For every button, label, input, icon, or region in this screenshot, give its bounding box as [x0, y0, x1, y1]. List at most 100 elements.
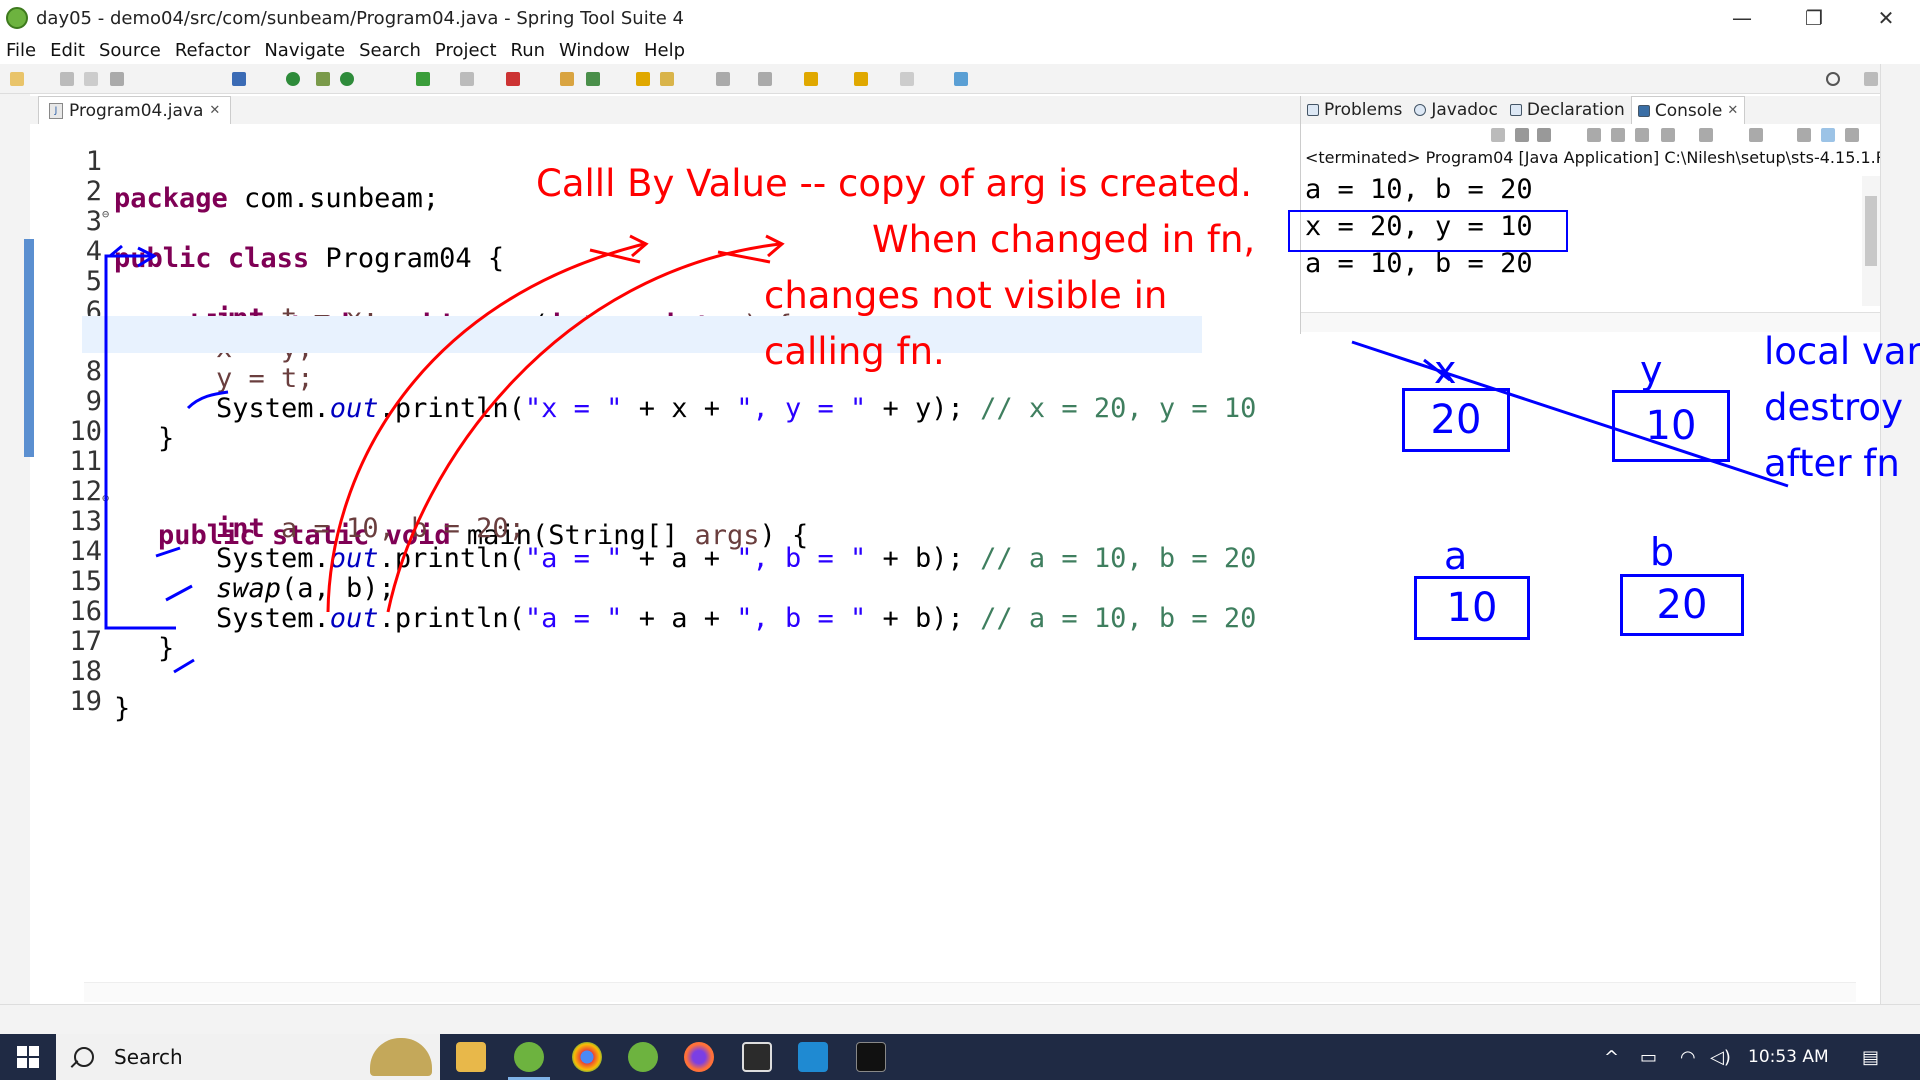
terminal-app-icon[interactable]: [856, 1042, 886, 1072]
console-output-line: a = 10, b = 20: [1305, 248, 1533, 279]
start-button[interactable]: [0, 1034, 56, 1080]
console-icon: [1637, 104, 1650, 117]
new-java-class-icon[interactable]: [586, 72, 600, 86]
pin-editor-icon[interactable]: [954, 72, 968, 86]
annotation-local-var: local var: [1764, 330, 1920, 373]
chrome-icon[interactable]: [572, 1042, 602, 1072]
memory-label-x: x: [1434, 348, 1457, 392]
coverage-icon[interactable]: [416, 72, 430, 86]
build-icon[interactable]: [110, 72, 124, 86]
run-icon[interactable]: [340, 72, 354, 86]
taskbar-search[interactable]: Search: [56, 1034, 440, 1080]
stop-icon[interactable]: [460, 72, 474, 86]
notifications-icon[interactable]: ▤: [1862, 1034, 1879, 1080]
right-trim-stack: [1880, 64, 1920, 1034]
file-explorer-icon[interactable]: [456, 1042, 486, 1072]
tab-problems[interactable]: Problems: [1301, 96, 1408, 124]
console-toolbar: [1301, 124, 1881, 146]
open-console-icon[interactable]: [1749, 128, 1763, 142]
annotation-when-changed: When changed in fn,: [872, 218, 1256, 261]
search-tool-icon[interactable]: [660, 72, 674, 86]
new-icon[interactable]: [10, 72, 24, 86]
tab-declaration[interactable]: Declaration: [1504, 96, 1631, 124]
console-close-icon[interactable]: ✕: [1727, 103, 1738, 118]
windows-taskbar: Search ^ ▭ ◠ ◁) 10:53 AM ▤: [0, 1034, 1920, 1080]
menu-window[interactable]: Window: [552, 40, 637, 61]
terminate-icon[interactable]: [1491, 128, 1505, 142]
display-console-icon[interactable]: [1699, 128, 1713, 142]
view-tab-bar: Problems Javadoc Declaration Console ✕: [1301, 96, 1881, 124]
volume-icon[interactable]: ◁): [1710, 1034, 1731, 1080]
ide-window: day05 - demo04/src/com/sunbeam/Program04…: [0, 0, 1920, 1080]
menu-bar: File Edit Source Refactor Navigate Searc…: [0, 36, 1920, 64]
remove-all-icon[interactable]: [1537, 128, 1551, 142]
clear-console-icon[interactable]: [1587, 128, 1601, 142]
menu-navigate[interactable]: Navigate: [257, 40, 352, 61]
word-wrap-icon[interactable]: [1635, 128, 1649, 142]
title-bar: day05 - demo04/src/com/sunbeam/Program04…: [0, 0, 1920, 36]
memory-box-a: 10: [1414, 576, 1530, 640]
window-title: day05 - demo04/src/com/sunbeam/Program04…: [36, 7, 684, 29]
save-icon[interactable]: [60, 72, 74, 86]
open-type-icon[interactable]: [636, 72, 650, 86]
external-tools-icon[interactable]: [506, 72, 520, 86]
taskbar-clock[interactable]: 10:53 AM: [1748, 1034, 1829, 1080]
view-menu-icon[interactable]: [1845, 128, 1859, 142]
next-annotation-icon[interactable]: [716, 72, 730, 86]
screen-sketch-icon[interactable]: [742, 1042, 772, 1072]
terminal-icon[interactable]: [232, 72, 246, 86]
back-icon[interactable]: [854, 72, 868, 86]
tab-console[interactable]: Console ✕: [1630, 96, 1746, 124]
code-line-19: 19: [69, 686, 102, 717]
prev-annotation-icon[interactable]: [758, 72, 772, 86]
annotation-destroy: destroy: [1764, 386, 1903, 429]
tray-chevron-icon[interactable]: ^: [1604, 1034, 1619, 1080]
tab-javadoc[interactable]: Javadoc: [1408, 96, 1503, 124]
memory-label-a: a: [1444, 534, 1468, 578]
menu-project[interactable]: Project: [428, 40, 504, 61]
forward-icon[interactable]: [900, 72, 914, 86]
wifi-icon[interactable]: ◠: [1680, 1034, 1696, 1080]
menu-refactor[interactable]: Refactor: [168, 40, 258, 61]
console-vertical-scrollbar[interactable]: [1862, 176, 1880, 306]
minimize-view-icon[interactable]: [1797, 128, 1811, 142]
menu-file[interactable]: File: [0, 40, 43, 61]
annotation-calling-fn: calling fn.: [764, 330, 945, 373]
remove-launch-icon[interactable]: [1515, 128, 1529, 142]
search-icon: [74, 1047, 94, 1067]
open-perspective-icon[interactable]: [1864, 72, 1878, 86]
memory-box-b: 20: [1620, 574, 1744, 636]
memory-box-y: 10: [1612, 390, 1730, 462]
debug-icon[interactable]: [316, 72, 330, 86]
spring-tool-suite-icon: [6, 7, 28, 29]
scroll-thumb[interactable]: [1865, 196, 1877, 266]
scroll-lock-icon[interactable]: [1611, 128, 1625, 142]
spring-tool-suite-taskbar-icon[interactable]: [508, 1042, 550, 1080]
menu-search[interactable]: Search: [352, 40, 428, 61]
restore-button[interactable]: ❐: [1784, 0, 1844, 36]
annotation-changes-not-visible: changes not visible in: [764, 274, 1168, 317]
minimize-button[interactable]: —: [1712, 0, 1772, 36]
new-java-package-icon[interactable]: [560, 72, 574, 86]
declaration-icon: [1509, 104, 1522, 116]
battery-icon[interactable]: ▭: [1640, 1034, 1657, 1080]
left-trim-stack: [0, 94, 30, 1034]
save-all-icon[interactable]: [84, 72, 98, 86]
vscode-icon[interactable]: [798, 1042, 828, 1072]
spring-tool-suite-2-icon[interactable]: [628, 1042, 658, 1072]
console-highlight-box: [1288, 210, 1568, 252]
search-icon[interactable]: [1826, 72, 1840, 86]
close-button[interactable]: ✕: [1856, 0, 1916, 36]
maximize-view-icon[interactable]: [1821, 128, 1835, 142]
editor-horizontal-scrollbar[interactable]: [84, 982, 1856, 1002]
console-horizontal-scrollbar[interactable]: [1301, 312, 1881, 332]
menu-source[interactable]: Source: [92, 40, 168, 61]
menu-help[interactable]: Help: [637, 40, 692, 61]
pin-console-icon[interactable]: [1661, 128, 1675, 142]
menu-run[interactable]: Run: [504, 40, 553, 61]
problems-icon: [1307, 104, 1319, 116]
menu-edit[interactable]: Edit: [43, 40, 92, 61]
spring-boot-icon[interactable]: [286, 72, 300, 86]
firefox-icon[interactable]: [684, 1042, 714, 1072]
last-edit-icon[interactable]: [804, 72, 818, 86]
